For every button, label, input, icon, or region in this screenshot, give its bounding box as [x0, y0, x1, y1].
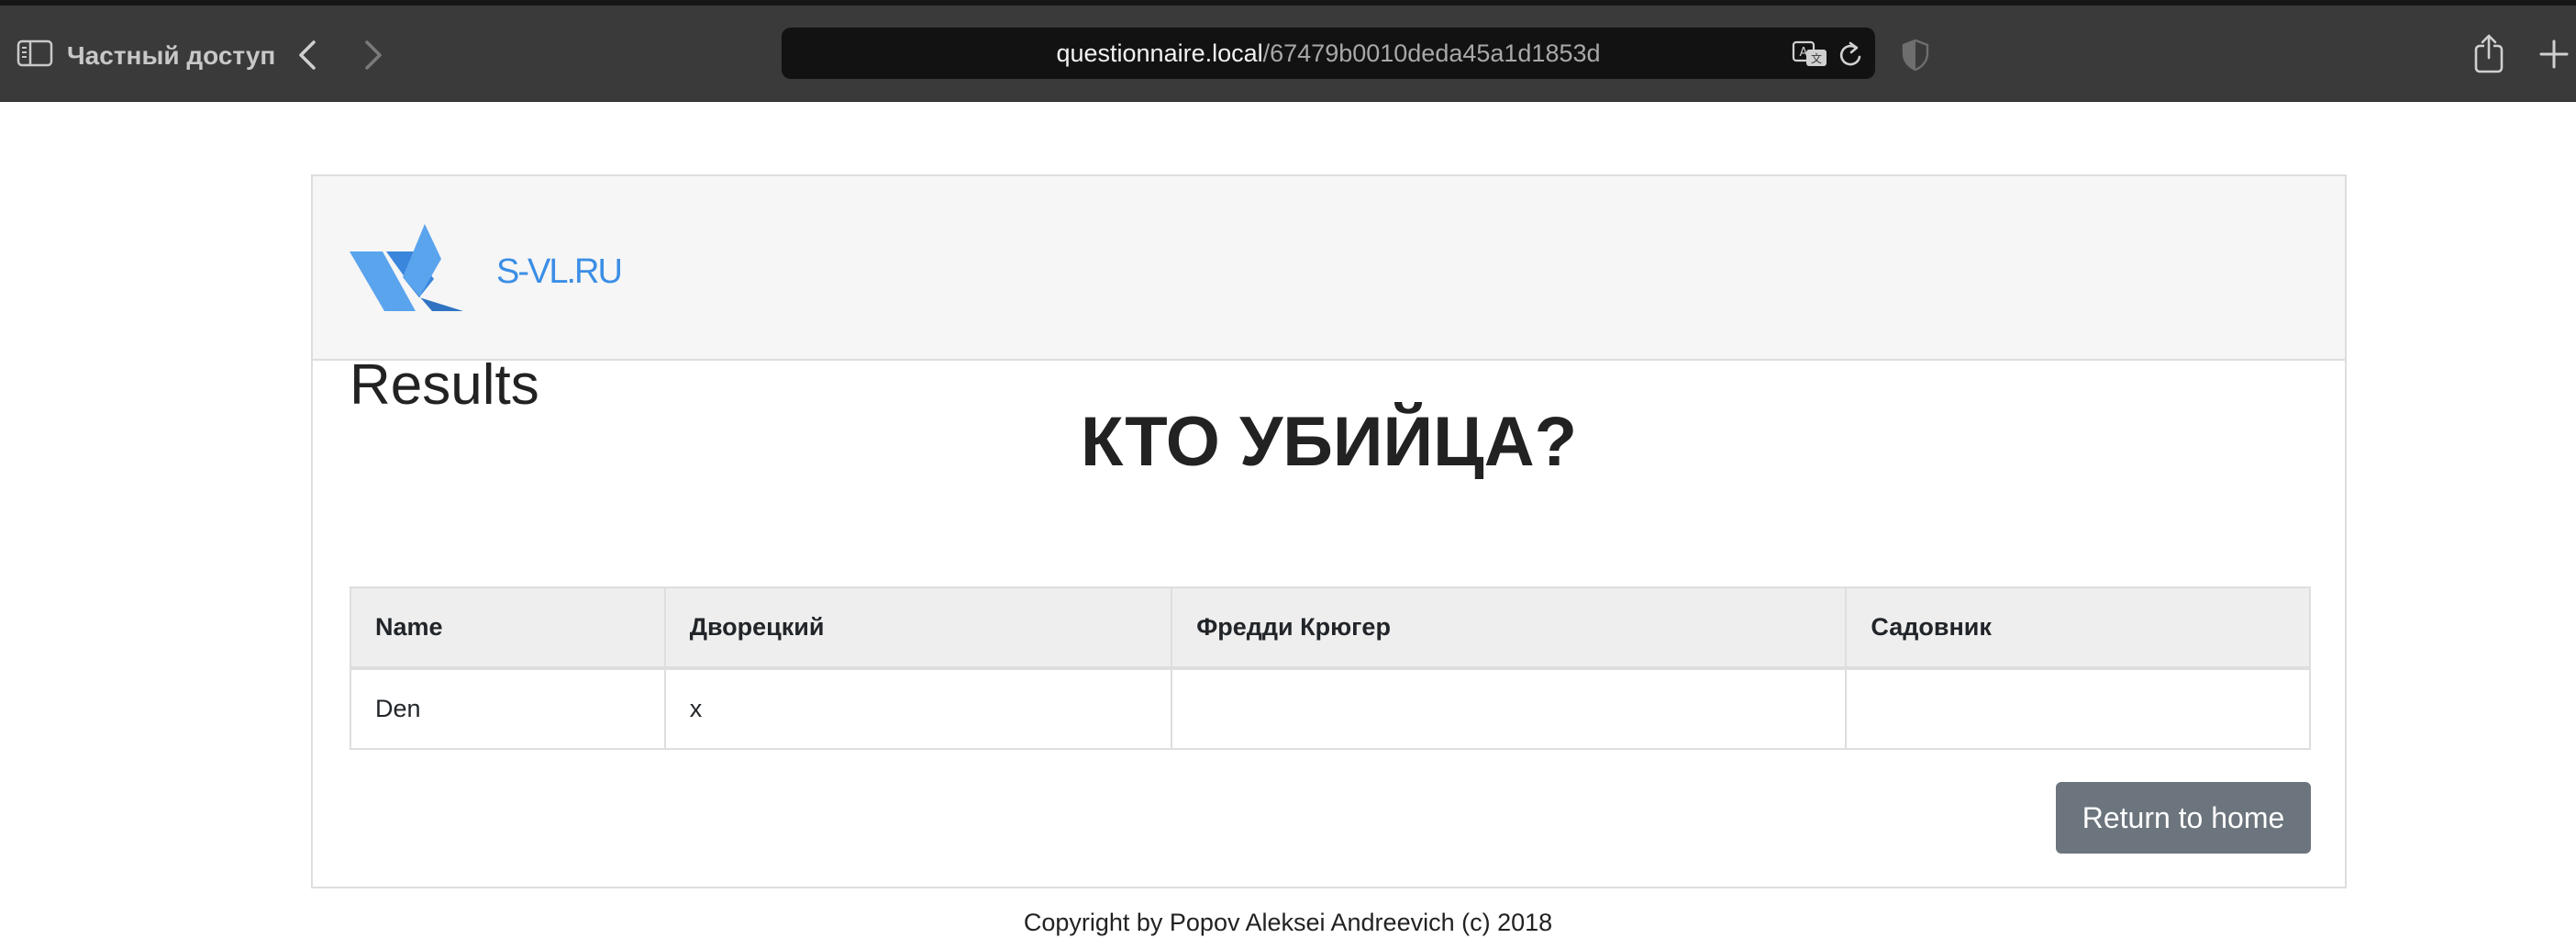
translate-icon[interactable]: A 文 [1792, 40, 1828, 68]
table-cell: Den [350, 667, 666, 750]
column-header-freddy: Фредди Крюгер [1171, 586, 1848, 670]
url-host: questionnaire.local [1056, 39, 1263, 67]
share-icon[interactable] [2473, 33, 2504, 73]
table-cell [1845, 667, 2311, 750]
address-bar[interactable]: questionnaire.local/67479b0010deda45a1d1… [782, 28, 1875, 79]
table-cell [1171, 667, 1848, 750]
column-header-name: Name [350, 586, 666, 670]
content-card: S-VL.RU КТО УБИЙЦА? Results Name Дворецк… [311, 174, 2347, 888]
return-home-button[interactable]: Return to home [2056, 782, 2311, 854]
column-header-butler: Дворецкий [663, 586, 1173, 670]
chevron-left-icon[interactable] [295, 39, 321, 72]
card-header: S-VL.RU [313, 176, 2345, 361]
plus-icon[interactable] [2538, 39, 2570, 70]
page-title: КТО УБИЙЦА? [1080, 403, 1578, 481]
private-browsing-label: Частный доступ [67, 41, 276, 70]
url-path: /67479b0010deda45a1d1853d [1262, 39, 1601, 67]
footer-copyright: Copyright by Popov Aleksei Andreevich (c… [1023, 909, 1553, 936]
table-cell: x [663, 667, 1173, 750]
browser-toolbar: Частный доступ questionnaire.local/67479… [0, 0, 2576, 102]
chevron-right-icon[interactable] [360, 39, 385, 72]
results-table: Name Дворецкий Фредди Крюгер Садовник De… [350, 586, 2311, 750]
reload-icon[interactable] [1838, 40, 1865, 70]
table-header-row: Name Дворецкий Фредди Крюгер Садовник [350, 586, 2311, 670]
column-header-gardener: Садовник [1845, 586, 2311, 670]
logo-text: S-VL.RU [496, 252, 623, 291]
results-heading: Results [350, 353, 539, 417]
shield-icon[interactable] [1901, 39, 1930, 72]
logo-mark-icon [350, 224, 463, 311]
sidebar-icon[interactable] [17, 39, 53, 68]
site-logo[interactable]: S-VL.RU [350, 224, 623, 316]
table-row: Den x [350, 667, 2311, 750]
url-text[interactable]: questionnaire.local/67479b0010deda45a1d1… [782, 28, 1875, 79]
svg-text:文: 文 [1811, 51, 1822, 65]
